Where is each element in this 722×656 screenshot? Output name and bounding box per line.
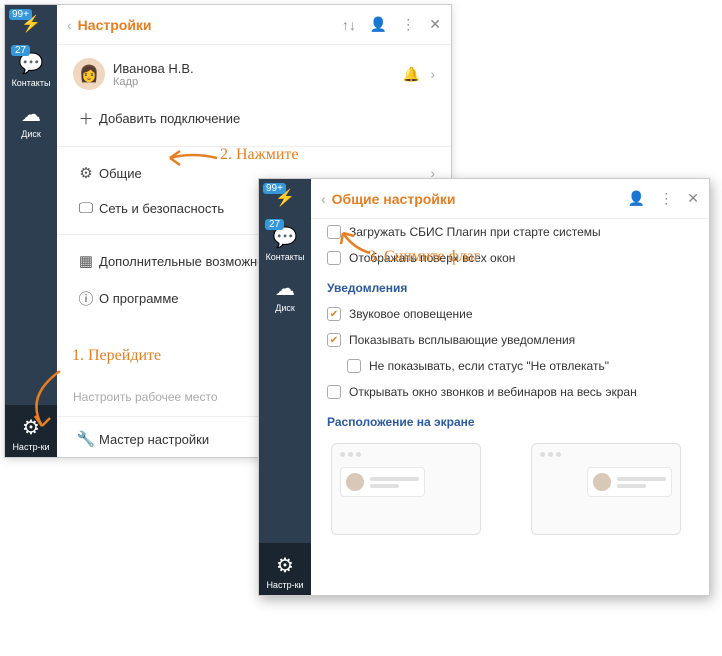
sidebar-settings-label: Настр-ки <box>266 580 303 590</box>
plus-icon: ＋ <box>73 108 99 129</box>
notif-badge: 99+ <box>263 183 286 194</box>
autostart-label: Загружать СБИС Плагин при старте системы <box>349 225 601 239</box>
layout-option-right[interactable] <box>531 443 681 535</box>
sidebar-disk[interactable]: ☁ Диск <box>5 92 57 144</box>
sidebar-disk-label: Диск <box>21 129 41 139</box>
window-header: ‹ Общие настройки 👤 ⋮ ✕ <box>311 179 709 219</box>
popup-label: Показывать всплывающие уведомления <box>349 333 575 347</box>
autostart-row[interactable]: Загружать СБИС Плагин при старте системы <box>311 219 709 245</box>
chats-count: 27 <box>265 219 284 230</box>
checkbox-unchecked[interactable] <box>327 385 341 399</box>
close-icon[interactable]: ✕ <box>429 16 441 33</box>
sound-row[interactable]: Звуковое оповещение <box>311 301 709 327</box>
sidebar-settings[interactable]: ⚙ Настр-ки <box>259 543 311 595</box>
back-icon[interactable]: ‹ <box>321 191 326 207</box>
person-icon[interactable]: 👤 <box>628 190 645 207</box>
monitor-icon: 🖵 <box>73 200 99 217</box>
add-connection-row[interactable]: ＋ Добавить подключение <box>57 99 451 138</box>
header-title: Настройки <box>78 17 328 33</box>
cloud-icon: ☁ <box>21 102 41 127</box>
user-name: Иванова Н.В. <box>113 61 403 76</box>
checkbox-unchecked[interactable] <box>327 251 341 265</box>
user-row[interactable]: 👩 Иванова Н.В. Кадр 🔔 › <box>57 49 451 99</box>
sidebar-disk-label: Диск <box>275 303 295 313</box>
chats-count: 27 <box>11 45 30 56</box>
more-icon[interactable]: ⋮ <box>659 190 673 207</box>
wrench-icon: 🔧 <box>73 430 99 448</box>
fullscreen-label: Открывать окно звонков и вебинаров на ве… <box>349 385 637 399</box>
sidebar-settings-label: Настр-ки <box>12 442 49 452</box>
sidebar-header: 99+ ⚡ <box>5 5 57 45</box>
sidebar-disk[interactable]: ☁ Диск <box>259 266 311 318</box>
general-content: ‹ Общие настройки 👤 ⋮ ✕ Загружать СБИС П… <box>311 179 709 595</box>
topmost-row[interactable]: Отображать поверх всех окон <box>311 245 709 271</box>
checkbox-unchecked[interactable] <box>327 225 341 239</box>
sound-label: Звуковое оповещение <box>349 307 473 321</box>
popup-row[interactable]: Показывать всплывающие уведомления <box>311 327 709 353</box>
notifications-section-title: Уведомления <box>311 271 709 301</box>
sidebar-contacts-label: Контакты <box>12 78 51 88</box>
sidebar-contacts-label: Контакты <box>266 252 305 262</box>
bell-icon: 🔔 <box>403 66 420 83</box>
close-icon[interactable]: ✕ <box>687 190 699 207</box>
back-icon[interactable]: ‹ <box>67 17 72 33</box>
notif-badge: 99+ <box>9 9 32 20</box>
avatar: 👩 <box>73 58 105 90</box>
more-icon[interactable]: ⋮ <box>401 16 415 33</box>
sidebar-settings[interactable]: ⚙ Настр-ки <box>5 405 57 457</box>
layout-options <box>311 435 709 543</box>
window-header: ‹ Настройки ↑↓ 👤 ⋮ ✕ <box>57 5 451 45</box>
sort-icon[interactable]: ↑↓ <box>342 17 356 33</box>
header-title: Общие настройки <box>332 191 614 207</box>
sidebar: 99+ ⚡ 27 💬 Контакты ☁ Диск ⚙ Настр-ки <box>259 179 311 595</box>
sidebar: 99+ ⚡ 27 💬 Контакты ☁ Диск ⚙ Настр-ки <box>5 5 57 457</box>
sidebar-header: 99+ ⚡ <box>259 179 311 219</box>
user-role: Кадр <box>113 76 403 88</box>
gear-icon: ⚙ <box>22 415 40 440</box>
checkbox-checked[interactable] <box>327 333 341 347</box>
checkbox-unchecked[interactable] <box>347 359 361 373</box>
cloud-icon: ☁ <box>275 276 295 301</box>
sidebar-contacts[interactable]: 27 💬 Контакты <box>259 219 311 266</box>
general-settings-window: 99+ ⚡ 27 💬 Контакты ☁ Диск ⚙ Настр-ки ‹ … <box>258 178 710 596</box>
layout-option-left[interactable] <box>331 443 481 535</box>
fullscreen-row[interactable]: Открывать окно звонков и вебинаров на ве… <box>311 379 709 405</box>
grid-icon: ▦ <box>73 252 99 270</box>
add-connection-label: Добавить подключение <box>99 111 435 126</box>
chevron-right-icon: › <box>430 66 435 82</box>
checkbox-checked[interactable] <box>327 307 341 321</box>
position-section-title: Расположение на экране <box>311 405 709 435</box>
dnd-label: Не показывать, если статус "Не отвлекать… <box>369 359 609 373</box>
gear-icon: ⚙ <box>73 164 99 182</box>
info-icon: ⓘ <box>73 288 99 309</box>
dnd-row[interactable]: Не показывать, если статус "Не отвлекать… <box>311 353 709 379</box>
topmost-label: Отображать поверх всех окон <box>349 251 515 265</box>
sidebar-contacts[interactable]: 27 💬 Контакты <box>5 45 57 92</box>
person-icon[interactable]: 👤 <box>370 16 387 33</box>
gear-icon: ⚙ <box>276 553 294 578</box>
